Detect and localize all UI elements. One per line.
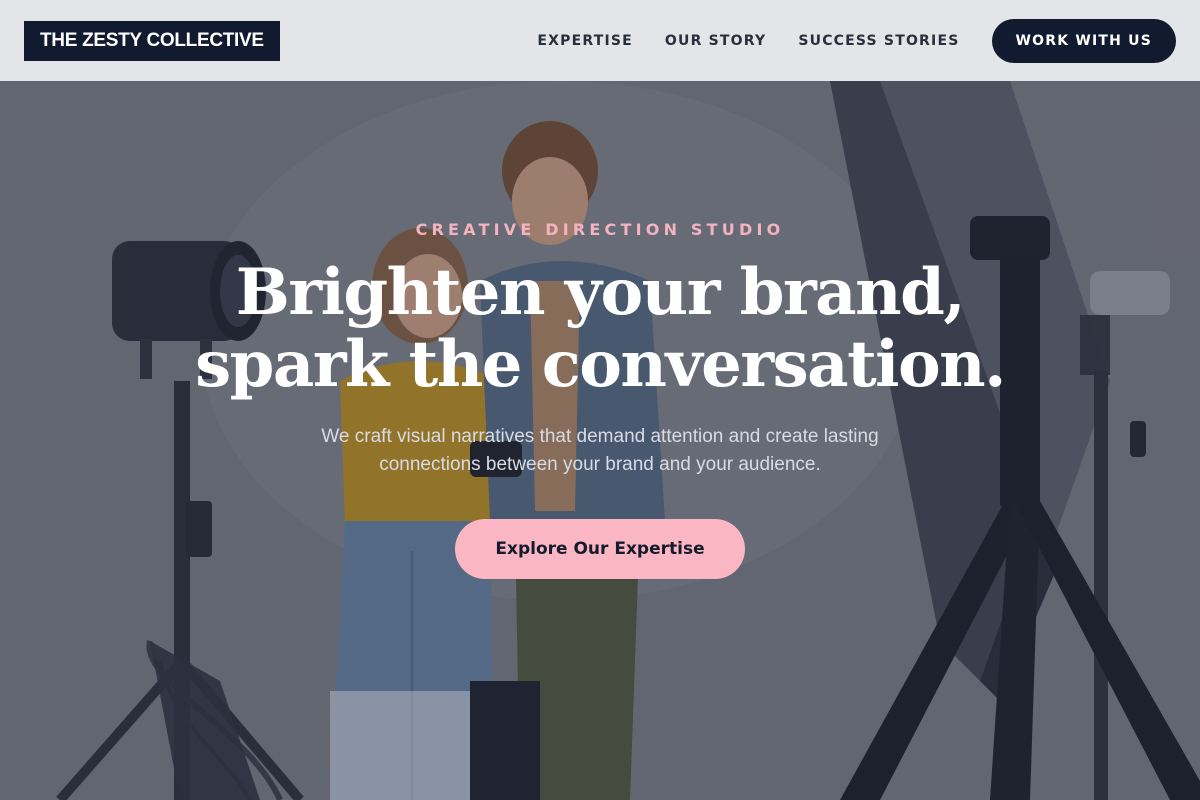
work-with-us-button[interactable]: WORK WITH US: [991, 18, 1176, 63]
hero-headline-line-2: spark the conversation.: [195, 327, 1006, 402]
nav-link-our-story[interactable]: OUR STORY: [665, 33, 766, 49]
hero-eyebrow: CREATIVE DIRECTION STUDIO: [415, 220, 785, 239]
nav-link-success-stories[interactable]: SUCCESS STORIES: [798, 33, 959, 49]
hero-headline-line-1: Brighten your brand,: [235, 255, 966, 330]
explore-expertise-button[interactable]: Explore Our Expertise: [455, 519, 745, 579]
site-header: THE ZESTY COLLECTIVE EXPERTISE OUR STORY…: [0, 0, 1200, 81]
brand-logo[interactable]: THE ZESTY COLLECTIVE: [24, 20, 280, 61]
hero-section: CREATIVE DIRECTION STUDIO Brighten your …: [0, 81, 1200, 800]
nav-link-expertise[interactable]: EXPERTISE: [537, 33, 633, 49]
main-nav: EXPERTISE OUR STORY SUCCESS STORIES WORK…: [537, 18, 1176, 63]
hero-content: CREATIVE DIRECTION STUDIO Brighten your …: [0, 81, 1200, 800]
hero-subtext: We craft visual narratives that demand a…: [321, 426, 879, 475]
hero-headline: Brighten your brand, spark the conversat…: [195, 255, 1006, 402]
